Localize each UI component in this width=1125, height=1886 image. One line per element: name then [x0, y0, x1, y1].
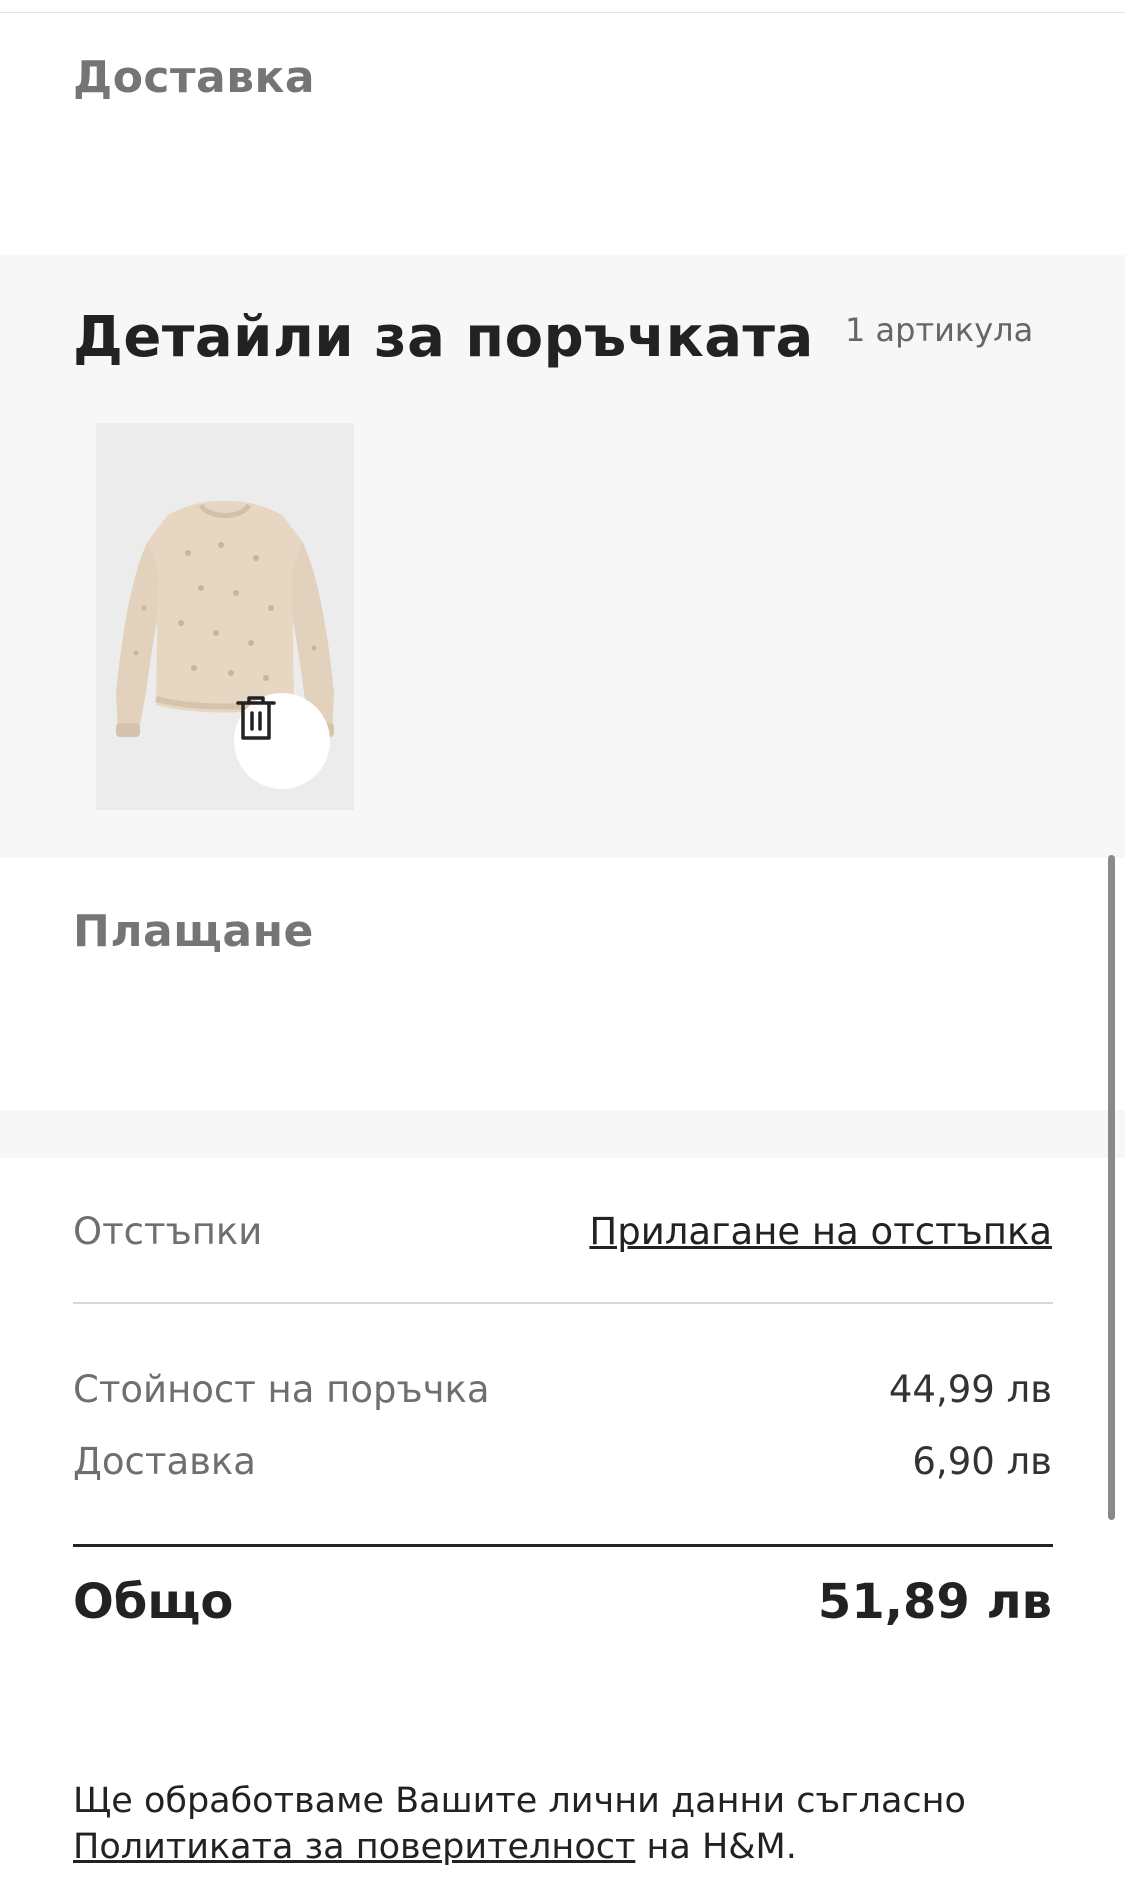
delivery-cost-value: 6,90 лв	[912, 1440, 1052, 1483]
privacy-notice: Ще обработваме Вашите лични данни съглас…	[73, 1778, 1063, 1870]
scrollbar[interactable]	[1108, 855, 1115, 1520]
total-label: Общо	[73, 1574, 234, 1630]
order-details-title: Детайли за поръчката	[73, 305, 814, 370]
privacy-text-before: Ще обработваме Вашите лични данни съглас…	[73, 1781, 966, 1821]
total-value: 51,89 лв	[817, 1574, 1052, 1630]
divider	[73, 1302, 1053, 1304]
remove-item-button[interactable]	[234, 693, 330, 789]
order-value: 44,99 лв	[888, 1368, 1052, 1411]
product-card[interactable]	[96, 423, 354, 810]
apply-discount-link[interactable]: Прилагане на отстъпка	[589, 1210, 1052, 1253]
order-value-label: Стойност на поръчка	[73, 1368, 490, 1411]
privacy-policy-link[interactable]: Политиката за поверителност	[73, 1827, 635, 1867]
top-border	[0, 0, 1125, 13]
trash-icon	[236, 696, 276, 740]
item-count: 1 артикула	[845, 311, 1034, 349]
section-separator	[0, 1110, 1125, 1158]
payment-section-title[interactable]: Плащане	[73, 906, 314, 957]
total-divider	[73, 1544, 1053, 1547]
delivery-cost-label: Доставка	[73, 1440, 256, 1483]
discounts-label: Отстъпки	[73, 1210, 263, 1253]
order-details-panel: Детайли за поръчката 1 артикула	[0, 255, 1125, 858]
privacy-text-after: на H&M.	[635, 1827, 797, 1867]
delivery-section-title[interactable]: Доставка	[73, 52, 315, 103]
